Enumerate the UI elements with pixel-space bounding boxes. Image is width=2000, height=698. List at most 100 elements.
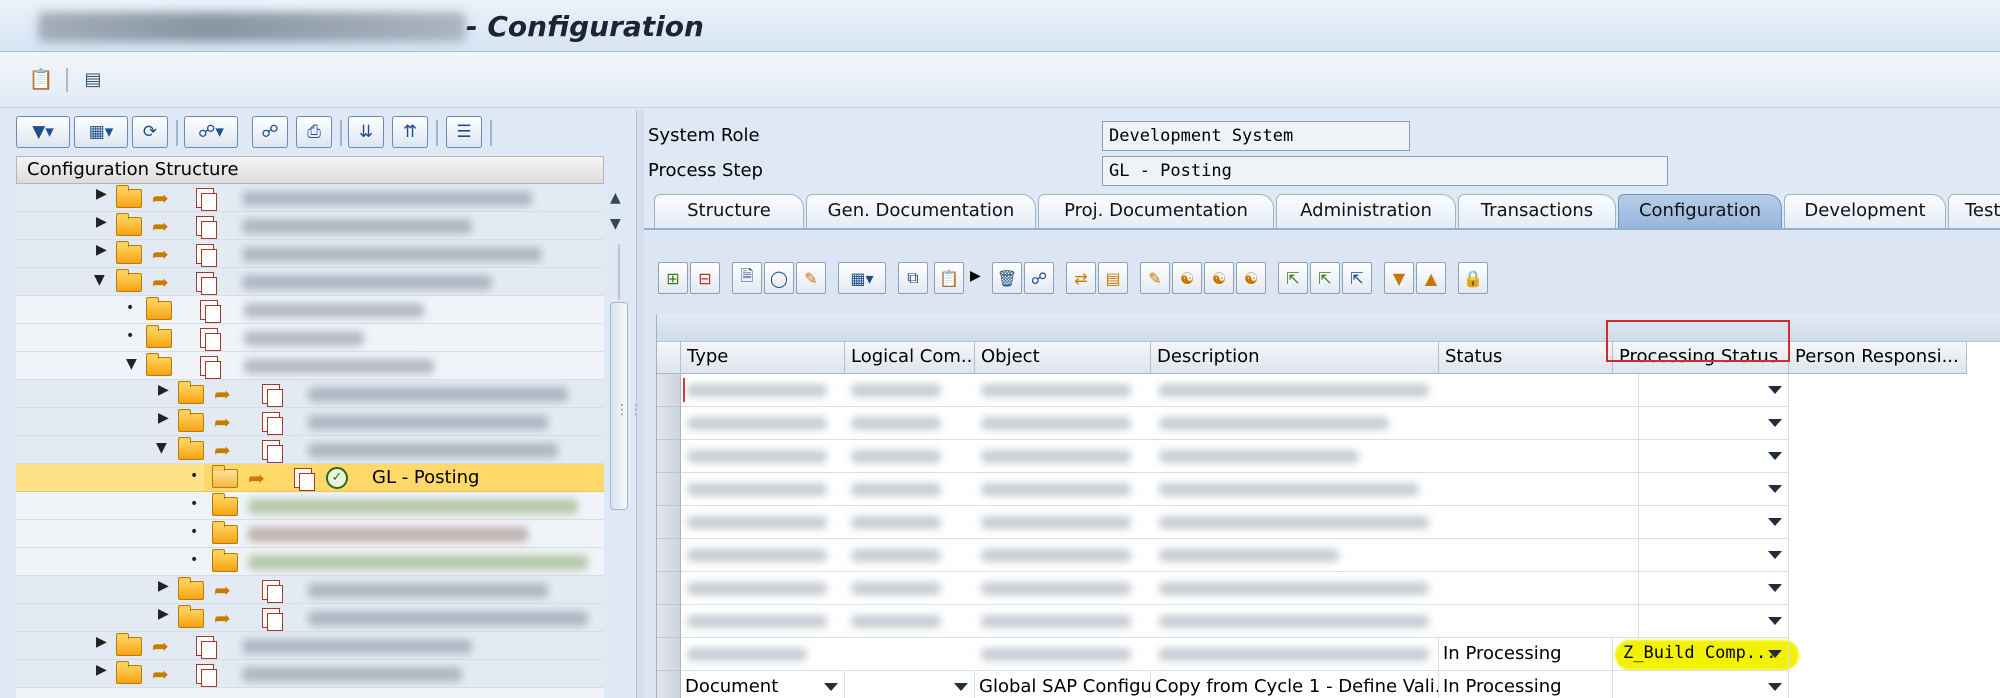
object-cell[interactable]: Global SAP Configu... — [975, 671, 1151, 698]
export-3-icon[interactable]: ⇱ — [1342, 262, 1372, 294]
select-all-header[interactable] — [657, 342, 681, 374]
processing-status-dropdown[interactable] — [1613, 473, 1789, 506]
tree-node[interactable]: • — [16, 296, 604, 324]
tree-node[interactable]: • — [16, 520, 604, 548]
description-cell[interactable]: Copy from Cycle 1 - Define Vali... — [1151, 671, 1439, 698]
dropdown-arrow-icon[interactable] — [1768, 617, 1782, 625]
move-icon[interactable]: ⇄ — [1066, 262, 1096, 294]
tree-node[interactable]: • — [16, 492, 604, 520]
layout-menu-icon[interactable]: ▦▾ — [74, 116, 128, 148]
table-row[interactable] — [681, 572, 1639, 605]
list-view-icon[interactable]: ▤ — [78, 64, 108, 94]
tree-node[interactable]: ▶ ➦ — [16, 660, 604, 688]
table-row[interactable] — [681, 374, 1639, 407]
row-selector[interactable] — [657, 572, 681, 605]
row-selector[interactable] — [657, 473, 681, 506]
tree-node[interactable]: ▶ ➦ — [16, 408, 604, 436]
col-object[interactable]: Object — [975, 342, 1151, 374]
table-row[interactable] — [681, 638, 1439, 671]
logical-component-dropdown[interactable] — [845, 671, 975, 698]
tree-node[interactable]: ▶ ➦ — [16, 380, 604, 408]
tab-configuration[interactable]: Configuration — [1618, 194, 1782, 228]
dropdown-arrow-icon[interactable] — [1768, 485, 1782, 493]
row-selector[interactable] — [657, 506, 681, 539]
dropdown-arrow-icon[interactable] — [1768, 419, 1782, 427]
dropdown-arrow-icon[interactable] — [1768, 584, 1782, 592]
expand-arrow-icon[interactable]: ▶ — [158, 578, 169, 594]
col-logical-component[interactable]: Logical Com... — [845, 342, 975, 374]
col-person-responsible[interactable]: Person Responsi... — [1789, 342, 1967, 374]
processing-status-dropdown[interactable] — [1613, 440, 1789, 473]
system-role-field[interactable]: Development System — [1102, 121, 1410, 151]
scroll-down-icon[interactable]: ▼ — [610, 216, 621, 232]
tree-node[interactable]: • — [16, 548, 604, 576]
row-selector[interactable] — [657, 638, 681, 671]
dropdown-arrow-icon[interactable] — [824, 683, 838, 691]
other-object-icon[interactable]: 📋 — [26, 64, 56, 94]
refresh-icon[interactable]: ⟳ — [132, 116, 168, 148]
tree-node[interactable]: ▶ ➦ — [16, 240, 604, 268]
col-status[interactable]: Status — [1439, 342, 1613, 374]
dropdown-arrow-icon[interactable] — [1768, 683, 1782, 691]
note-edit-icon[interactable]: ✎ — [1140, 262, 1170, 294]
find-object-icon[interactable]: ☍ — [1024, 262, 1054, 294]
pane-splitter[interactable] — [636, 110, 644, 698]
table-row[interactable] — [681, 407, 1639, 440]
find-next-icon[interactable]: ☍ — [252, 116, 288, 148]
processing-status-dropdown[interactable] — [1613, 407, 1789, 440]
expand-arrow-icon[interactable]: ▶ — [96, 186, 107, 202]
tree-node[interactable]: ▼ — [16, 352, 604, 380]
processing-status-dropdown[interactable] — [1613, 605, 1789, 638]
collapse-arrow-icon[interactable]: ▼ — [126, 356, 137, 372]
tree-node[interactable]: ▶ ➦ — [16, 212, 604, 240]
col-type[interactable]: Type — [681, 342, 845, 374]
edit-pencil-icon[interactable]: ✎ — [796, 262, 826, 294]
dropdown-arrow-icon[interactable] — [954, 683, 968, 691]
table-row[interactable] — [681, 440, 1639, 473]
tree-node[interactable]: ▶ ➦ — [16, 576, 604, 604]
tree-scrollbar[interactable]: ▲ ▼ — [604, 184, 634, 514]
move-down-icon[interactable]: ▼ — [1384, 262, 1414, 294]
new-document-icon[interactable]: 🗎 — [732, 262, 762, 294]
dropdown-arrow-icon[interactable] — [1768, 518, 1782, 526]
row-selector[interactable] — [657, 407, 681, 440]
tree-node[interactable]: ▼ ➦ — [16, 436, 604, 464]
processing-status-dropdown[interactable] — [1613, 572, 1789, 605]
tab-test-case[interactable]: Test Case — [1948, 194, 2000, 228]
expand-all-icon[interactable]: ⇊ — [348, 116, 384, 148]
export-2-icon[interactable]: ⇱ — [1310, 262, 1340, 294]
dropdown-arrow-icon[interactable] — [1768, 650, 1782, 658]
table-row[interactable] — [681, 473, 1639, 506]
expand-arrow-icon[interactable]: ▶ — [96, 242, 107, 258]
row-selector[interactable] — [657, 671, 681, 698]
row-selector[interactable] — [657, 539, 681, 572]
lock-icon[interactable]: 🔒 — [1458, 262, 1488, 294]
insert-row-icon[interactable]: ⊞ — [658, 262, 688, 294]
tree-node[interactable]: ▼ ➦ — [16, 268, 604, 296]
expand-arrow-icon[interactable]: ▶ — [158, 410, 169, 426]
find-icon[interactable]: ☍▾ — [184, 116, 238, 148]
print-icon[interactable]: ⎙ — [296, 116, 332, 148]
tree-node[interactable]: ▶ ➦ — [16, 632, 604, 660]
copy-object-icon[interactable]: ⧉ — [898, 262, 928, 294]
scroll-doc-3-icon[interactable]: ☯ — [1236, 262, 1266, 294]
collapse-arrow-icon[interactable]: ▼ — [94, 272, 105, 288]
display-glasses-icon[interactable]: ◯ — [764, 262, 794, 294]
move-up-icon[interactable]: ▲ — [1416, 262, 1446, 294]
configuration-tree[interactable]: ▶ ➦ ▶ ➦ ▶ ➦ ▼ ➦ • • ▼ ▶ ➦ ▶ ➦ ▼ ➦ • ➦ ✓ … — [16, 184, 604, 698]
scroll-doc-icon[interactable]: ☯ — [1172, 262, 1202, 294]
tree-node-selected[interactable]: • ➦ ✓ GL - Posting — [16, 464, 604, 492]
process-step-field[interactable]: GL - Posting — [1102, 156, 1668, 186]
tab-administration[interactable]: Administration — [1276, 194, 1456, 228]
dropdown-arrow-icon[interactable] — [1768, 452, 1782, 460]
scroll-track[interactable] — [618, 244, 620, 300]
filter-icon[interactable]: ▼▾ — [16, 116, 70, 148]
row-selector[interactable] — [657, 374, 681, 407]
paste-object-icon[interactable]: 📋 — [934, 262, 964, 294]
distribute-icon[interactable]: ▤ — [1098, 262, 1128, 294]
assign-menu-icon[interactable]: ▦▾ — [838, 262, 886, 294]
tab-transactions[interactable]: Transactions — [1458, 194, 1616, 228]
tab-structure[interactable]: Structure — [654, 194, 804, 228]
table-row[interactable] — [681, 506, 1639, 539]
tree-node[interactable]: ▶ ➦ — [16, 604, 604, 632]
